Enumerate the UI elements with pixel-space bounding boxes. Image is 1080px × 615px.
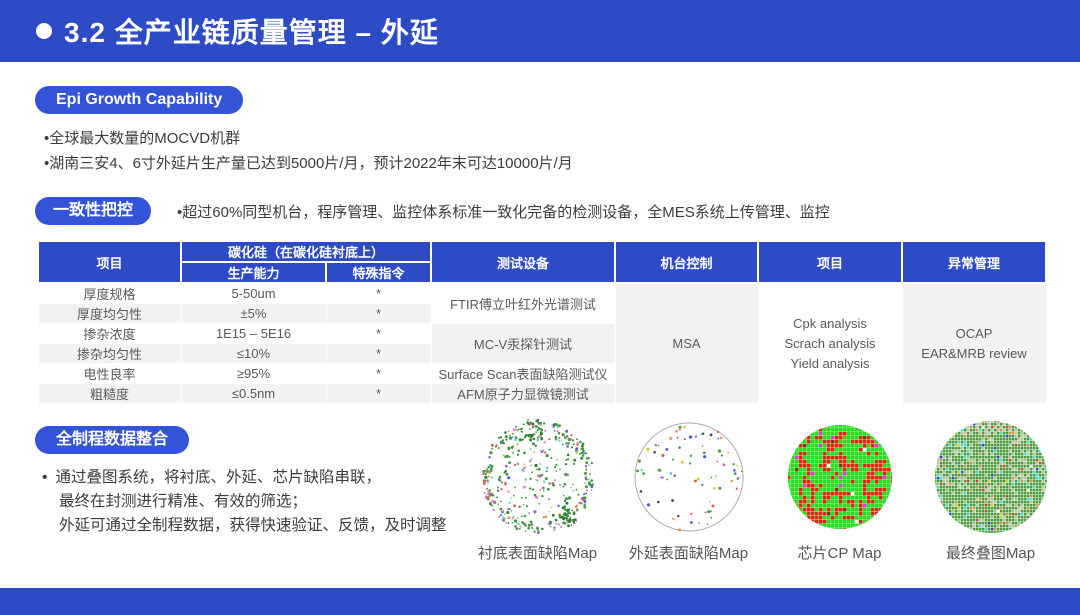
col-header-special: 特殊指令	[326, 262, 431, 283]
spec-cell: *	[326, 344, 431, 364]
exception-item: EAR&MRB review	[903, 344, 1046, 364]
bullet-line: • 通过叠图系统，将衬底、外延、芯片缺陷串联，	[42, 466, 447, 490]
equipment-cell: MC-V汞探针测试	[431, 324, 615, 364]
epi-defect-map-image	[613, 416, 764, 538]
epi-growth-badge: Epi Growth Capability	[35, 86, 243, 114]
wafer-map-svg	[934, 420, 1048, 534]
wafer-map-svg	[787, 424, 893, 530]
integration-badge: 全制程数据整合	[35, 426, 189, 454]
title-bar: 3.2 全产业链质量管理 – 外延	[0, 0, 1080, 62]
integration-line: 最终在封测进行精准、有效的筛选；	[42, 490, 447, 514]
bullet-line: •全球最大数量的MOCVD机群	[44, 126, 573, 151]
wafer-map-label: 衬底表面缺陷Map	[462, 542, 613, 563]
exception-cell: OCAPEAR&MRB review	[902, 283, 1046, 404]
spec-cell: *	[326, 384, 431, 404]
wafer-map-label: 最终叠图Map	[915, 542, 1066, 563]
spec-cell: *	[326, 324, 431, 344]
col-header-exception: 异常管理	[902, 241, 1046, 283]
chip-cp-map-image	[764, 416, 915, 538]
spec-cell: *	[326, 304, 431, 324]
spec-cell: 1E15 – 5E16	[181, 324, 326, 344]
analysis-cell: Cpk analysisScrach analysisYield analysi…	[758, 283, 902, 404]
spec-cell: 5-50um	[181, 283, 326, 304]
equipment-cell: AFM原子力显微镜测试	[431, 384, 615, 404]
table-row: 厚度规格5-50um*FTIR傅立叶红外光谱测试MSACpk analysisS…	[38, 283, 1046, 304]
wafer-map-label: 芯片CP Map	[764, 542, 915, 563]
wafer-map-substrate: 衬底表面缺陷Map	[462, 416, 613, 563]
col-header-machine-control: 机台控制	[615, 241, 758, 283]
spec-cell: 粗糙度	[38, 384, 181, 404]
spec-cell: ±5%	[181, 304, 326, 324]
wafer-map-overlay: 最终叠图Map	[915, 416, 1066, 563]
wafer-map-label: 外延表面缺陷Map	[613, 542, 764, 563]
equipment-cell: Surface Scan表面缺陷测试仪	[431, 364, 615, 384]
analysis-item: Scrach analysis	[759, 334, 902, 354]
consistency-text: •超过60%同型机台，程序管理、监控体系标准一致化完备的检测设备，全MES系统上…	[177, 201, 830, 222]
integration-line: 外延可通过全制程数据，获得快速验证、反馈，及时调整	[42, 514, 447, 538]
spec-cell: 厚度均匀性	[38, 304, 181, 324]
spec-cell: 电性良率	[38, 364, 181, 384]
consistency-section: 一致性把控 •超过60%同型机台，程序管理、监控体系标准一致化完备的检测设备，全…	[35, 197, 830, 225]
spec-cell: ≥95%	[181, 364, 326, 384]
col-header-item-2: 项目	[758, 241, 902, 283]
wafer-map-epi: 外延表面缺陷Map	[613, 416, 764, 563]
spec-cell: 掺杂均匀性	[38, 344, 181, 364]
analysis-item: Yield analysis	[759, 354, 902, 374]
spec-cell: 掺杂浓度	[38, 324, 181, 344]
bullet-dot-icon	[36, 23, 52, 39]
consistency-badge: 一致性把控	[35, 197, 151, 225]
spec-cell: *	[326, 283, 431, 304]
col-header-capability: 生产能力	[181, 262, 326, 283]
spec-cell: 厚度规格	[38, 283, 181, 304]
wafer-map-svg	[480, 419, 596, 535]
wafer-map-svg	[633, 421, 745, 533]
bullet-line: •湖南三安4、6寸外延片生产量已达到5000片/月，预计2022年末可达1000…	[44, 151, 573, 176]
spec-cell: *	[326, 364, 431, 384]
bullet-marker: •	[42, 469, 47, 486]
equipment-cell: FTIR傅立叶红外光谱测试	[431, 283, 615, 324]
footer-bar	[0, 588, 1080, 615]
page-title: 3.2 全产业链质量管理 – 外延	[64, 11, 439, 51]
table-header: 项目 碳化硅（在碳化硅衬底上） 测试设备 机台控制 项目 异常管理 生产能力 特…	[38, 241, 1046, 283]
table-body: 厚度规格5-50um*FTIR傅立叶红外光谱测试MSACpk analysisS…	[38, 283, 1046, 404]
analysis-item: Cpk analysis	[759, 314, 902, 334]
wafer-maps-row: 衬底表面缺陷Map 外延表面缺陷Map 芯片CP Map 最终叠图Map	[462, 416, 1068, 563]
epi-bullet-list: •全球最大数量的MOCVD机群 •湖南三安4、6寸外延片生产量已达到5000片/…	[44, 126, 573, 176]
exception-item: OCAP	[903, 324, 1046, 344]
machine-control-cell: MSA	[615, 283, 758, 404]
spec-cell: ≤0.5nm	[181, 384, 326, 404]
col-header-item: 项目	[38, 241, 181, 283]
col-header-equipment: 测试设备	[431, 241, 615, 283]
quality-spec-table: 项目 碳化硅（在碳化硅衬底上） 测试设备 机台控制 项目 异常管理 生产能力 特…	[37, 240, 1047, 404]
spec-cell: ≤10%	[181, 344, 326, 364]
integration-text: •通过叠图系统，将衬底、外延、芯片缺陷串联， 最终在封测进行精准、有效的筛选； …	[42, 466, 447, 538]
final-overlay-map-image	[915, 416, 1066, 538]
substrate-defect-map-image	[462, 416, 613, 538]
col-header-sic-group: 碳化硅（在碳化硅衬底上）	[181, 241, 431, 262]
slide: 3.2 全产业链质量管理 – 外延 Epi Growth Capability …	[0, 0, 1080, 615]
integration-line: 通过叠图系统，将衬底、外延、芯片缺陷串联，	[55, 469, 381, 486]
wafer-map-cp: 芯片CP Map	[764, 416, 915, 563]
